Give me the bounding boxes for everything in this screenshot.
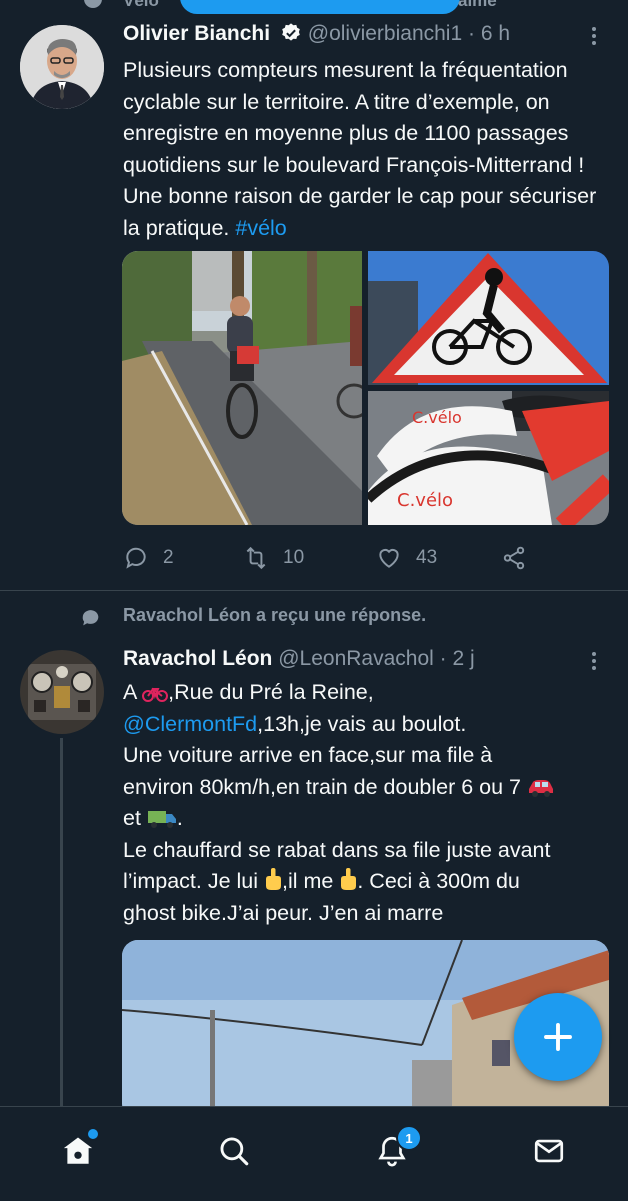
thread-line	[60, 738, 63, 1108]
text-fragment: ,13h,je vais au boulot.	[257, 711, 467, 736]
tweet-line: environ 80km/h,en train de doubler 6 ou …	[123, 772, 613, 804]
tweet-actions: 2 10 43	[123, 540, 603, 576]
share-button[interactable]	[501, 540, 541, 576]
avatar-photo	[20, 25, 104, 109]
tweet-line: A ,Rue du Pré la Reine,	[123, 677, 613, 709]
nav-messages[interactable]	[527, 1129, 571, 1173]
retweet-count: 10	[283, 547, 305, 568]
plus-icon	[544, 1023, 572, 1051]
reply-button[interactable]: 2	[123, 540, 174, 576]
car-emoji-icon	[529, 779, 553, 797]
reply-count: 2	[163, 547, 174, 568]
text-fragment: ,il me	[282, 869, 340, 893]
tweet-line: Le chauffard se rabat dans sa file juste…	[123, 837, 551, 862]
tweet-body: Plusieurs compteurs mesurent la fréquent…	[123, 58, 603, 240]
tweet-line: et .	[123, 803, 613, 835]
tweet-line: l’impact. Je lui ,il me . Ceci à 300m du	[123, 866, 613, 898]
cvelo-label-1: C.vélo	[412, 408, 462, 427]
home-unread-dot	[86, 1127, 100, 1141]
nav-home[interactable]	[56, 1127, 100, 1173]
tweet-text: A ,Rue du Pré la Reine, @ClermontFd,13h,…	[123, 677, 613, 929]
avatar-photo	[20, 650, 104, 734]
display-name[interactable]: Ravachol Léon	[123, 647, 272, 670]
heart-outline-icon	[379, 548, 399, 568]
bicycle-warning-sign-photo[interactable]	[368, 251, 609, 385]
share-icon	[503, 546, 525, 570]
timestamp[interactable]: · 2 j	[440, 647, 475, 670]
reply-bubble-icon	[82, 610, 99, 626]
cvelo-bike-photo[interactable]: C.vélo C.vélo	[364, 391, 609, 525]
tweet-header: Ravachol Léon @LeonRavachol · 2 j	[123, 647, 475, 671]
text-fragment: et	[123, 806, 147, 830]
retweet-icon	[246, 546, 266, 570]
tweet-line: ghost bike.J’ai peur. J’en ai marre	[123, 900, 444, 925]
text-fragment: ,Rue du Pré la Reine,	[168, 680, 374, 704]
cvelo-label-2: C.vélo	[397, 490, 453, 511]
social-context[interactable]: Ravachol Léon a reçu une réponse.	[123, 605, 426, 626]
verified-badge-icon	[282, 23, 300, 41]
avatar[interactable]	[20, 650, 104, 734]
text-fragment: .	[176, 806, 183, 830]
bottom-navigation: 1	[0, 1106, 628, 1201]
nav-notifications[interactable]: 1	[370, 1125, 422, 1173]
tweet-olivier-bianchi[interactable]: Olivier Bianchi @olivierbianchi1 · 6 h P…	[0, 0, 628, 590]
like-count: 43	[416, 547, 438, 568]
handle[interactable]: @LeonRavachol	[278, 647, 434, 670]
mention-link[interactable]: @ClermontFd	[123, 712, 257, 736]
middle-finger-emoji-icon	[266, 868, 281, 890]
messages-icon	[534, 1139, 564, 1163]
display-name[interactable]: Olivier Bianchi	[123, 22, 270, 45]
compose-tweet-button[interactable]	[514, 993, 602, 1081]
reply-icon	[126, 547, 146, 569]
more-options-icon[interactable]	[584, 24, 604, 48]
truck-emoji-icon	[147, 811, 176, 828]
avatar[interactable]	[20, 25, 104, 109]
tweet-text: Plusieurs compteurs mesurent la fréquent…	[123, 55, 613, 244]
text-fragment: . Ceci à 300m du	[357, 869, 520, 893]
middle-finger-emoji-icon	[341, 868, 357, 890]
nav-search[interactable]	[212, 1129, 256, 1173]
text-fragment: environ 80km/h,en train de doubler 6 ou …	[123, 774, 527, 799]
search-icon	[220, 1137, 249, 1166]
like-button[interactable]: 43	[376, 540, 437, 576]
tweet-line: @ClermontFd,13h,je vais au boulot.	[123, 709, 613, 741]
notifications-badge: 1	[396, 1125, 422, 1151]
text-fragment: l’impact. Je lui	[123, 869, 264, 893]
tweet-header: Olivier Bianchi @olivierbianchi1 · 6 h	[123, 22, 510, 46]
bicycle-emoji-icon	[142, 687, 169, 702]
timestamp[interactable]: · 6 h	[468, 22, 510, 45]
more-options-icon[interactable]	[584, 649, 604, 673]
hashtag-link[interactable]: #vélo	[235, 216, 286, 240]
text-fragment: A	[123, 680, 143, 704]
tweet-line: Une voiture arrive en face,sur ma file à	[123, 743, 493, 767]
media-grid[interactable]: C.vélo C.vélo	[122, 251, 609, 525]
cyclist-bike-lane-photo[interactable]	[122, 251, 372, 525]
retweet-button[interactable]: 10	[243, 540, 304, 576]
tweet-divider	[0, 590, 628, 591]
handle[interactable]: @olivierbianchi1	[308, 22, 462, 45]
